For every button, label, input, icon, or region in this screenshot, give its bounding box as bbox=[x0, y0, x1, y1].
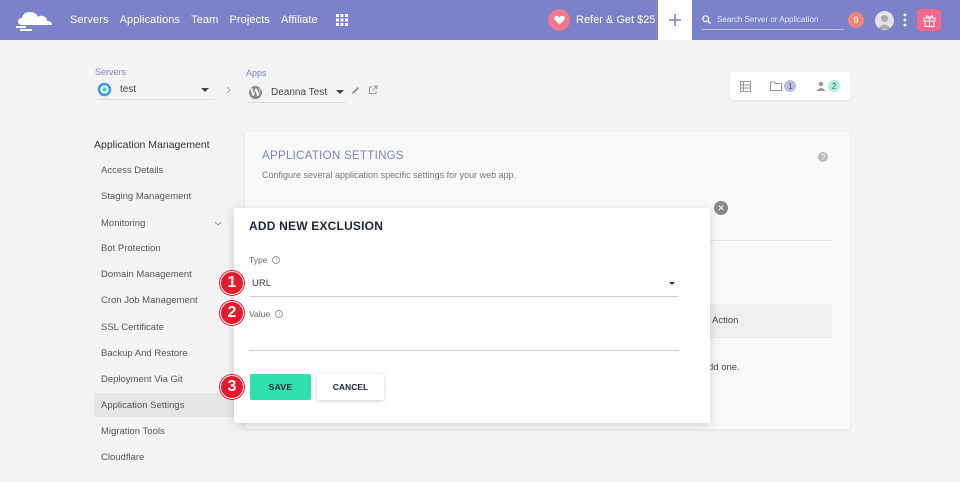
notification-badge[interactable]: 9 bbox=[848, 12, 864, 28]
search-box[interactable]: Search Server or Application bbox=[702, 10, 844, 30]
edit-pencil-icon[interactable] bbox=[351, 86, 360, 95]
value-input[interactable] bbox=[249, 324, 679, 351]
avatar[interactable] bbox=[875, 11, 894, 30]
app-select[interactable]: W Deanna Test bbox=[248, 82, 346, 103]
empty-table-text: dd one. bbox=[708, 362, 740, 373]
info-icon[interactable]: i bbox=[275, 310, 284, 318]
quick-stats: 1 2 bbox=[730, 72, 850, 100]
step-marker-1: 1 bbox=[220, 271, 244, 295]
nav-affiliate[interactable]: Affiliate bbox=[281, 14, 318, 26]
add-button[interactable] bbox=[658, 0, 692, 40]
apps-grid-icon[interactable] bbox=[336, 14, 348, 26]
apps-label: Apps bbox=[246, 68, 267, 78]
sidebar-item-backup-and-restore[interactable]: Backup And Restore bbox=[94, 341, 244, 365]
wordpress-icon: W bbox=[249, 85, 262, 99]
refer-button[interactable]: Refer & Get $25 bbox=[548, 9, 656, 31]
heart-icon bbox=[548, 9, 570, 31]
value-label-text: Value bbox=[249, 309, 271, 319]
table-action-header: Action bbox=[712, 315, 739, 326]
gift-button[interactable] bbox=[917, 9, 941, 31]
plus-icon bbox=[669, 14, 681, 26]
close-icon[interactable]: ✕ bbox=[714, 201, 728, 215]
chevron-down-icon bbox=[201, 87, 209, 92]
step-marker-2: 2 bbox=[220, 301, 244, 325]
sidebar-item-staging-management[interactable]: Staging Management bbox=[94, 184, 244, 208]
dropdown-caret-icon bbox=[669, 282, 675, 285]
server-status-icon bbox=[97, 82, 112, 97]
gift-icon bbox=[923, 14, 935, 27]
user-avatar-icon bbox=[878, 15, 891, 29]
type-label: Type i bbox=[249, 255, 281, 265]
users-count[interactable]: 2 bbox=[816, 80, 841, 92]
value-label: Value i bbox=[249, 309, 284, 319]
files-badge: 1 bbox=[784, 80, 797, 92]
search-placeholder: Search Server or Application bbox=[717, 15, 819, 24]
sidebar-item-cloudflare[interactable]: Cloudflare bbox=[94, 445, 244, 469]
card-subtitle: Configure several application specific s… bbox=[262, 170, 517, 180]
top-navbar: Servers Applications Team Projects Affil… bbox=[0, 0, 960, 40]
sidebar-item-label: Monitoring bbox=[101, 217, 146, 229]
sidebar-item-application-settings[interactable]: Application Settings bbox=[94, 393, 244, 417]
type-label-text: Type bbox=[249, 255, 268, 265]
files-count[interactable]: 1 bbox=[770, 80, 797, 92]
sidebar-item-migration-tools[interactable]: Migration Tools bbox=[94, 419, 244, 443]
sidebar-item-access-details[interactable]: Access Details bbox=[94, 158, 244, 182]
type-select-value: URL bbox=[252, 278, 272, 289]
nav-team[interactable]: Team bbox=[191, 14, 218, 26]
search-icon bbox=[702, 15, 711, 24]
refer-label: Refer & Get $25 bbox=[576, 14, 656, 26]
save-button[interactable]: SAVE bbox=[250, 374, 311, 400]
cancel-button[interactable]: CANCEL bbox=[317, 374, 384, 400]
server-name: test bbox=[120, 84, 137, 95]
servers-label: Servers bbox=[95, 67, 127, 77]
chevron-down-icon bbox=[214, 221, 222, 226]
chevron-right-icon bbox=[226, 86, 231, 94]
step-marker-3: 3 bbox=[220, 375, 244, 399]
sidebar-item-bot-protection[interactable]: Bot Protection bbox=[94, 236, 244, 260]
sidebar-title: Application Management bbox=[94, 139, 210, 151]
help-icon[interactable]: ? bbox=[818, 152, 828, 162]
nav-projects[interactable]: Projects bbox=[229, 14, 270, 26]
divider bbox=[710, 240, 832, 241]
more-menu-icon[interactable] bbox=[903, 13, 907, 27]
folder-icon bbox=[770, 81, 783, 91]
nav-servers[interactable]: Servers bbox=[70, 14, 109, 26]
users-badge: 2 bbox=[828, 80, 841, 92]
info-icon[interactable]: i bbox=[272, 256, 281, 264]
svg-text:W: W bbox=[249, 88, 262, 99]
divider bbox=[710, 337, 832, 338]
main-nav: Servers Applications Team Projects Affil… bbox=[70, 0, 318, 40]
modal-title: ADD NEW EXCLUSION bbox=[249, 219, 384, 233]
card-title: APPLICATION SETTINGS bbox=[262, 150, 404, 162]
nav-applications[interactable]: Applications bbox=[120, 14, 181, 26]
users-icon bbox=[816, 81, 826, 91]
list-icon[interactable] bbox=[739, 80, 751, 92]
cloudways-logo-icon[interactable] bbox=[16, 8, 58, 32]
external-link-icon[interactable] bbox=[368, 85, 378, 95]
sidebar-item-monitoring[interactable]: Monitoring bbox=[94, 211, 244, 235]
app-name: Deanna Test bbox=[271, 86, 327, 98]
server-select[interactable]: test bbox=[97, 80, 215, 100]
type-select[interactable]: URL bbox=[249, 271, 679, 297]
chevron-down-icon bbox=[336, 90, 344, 94]
